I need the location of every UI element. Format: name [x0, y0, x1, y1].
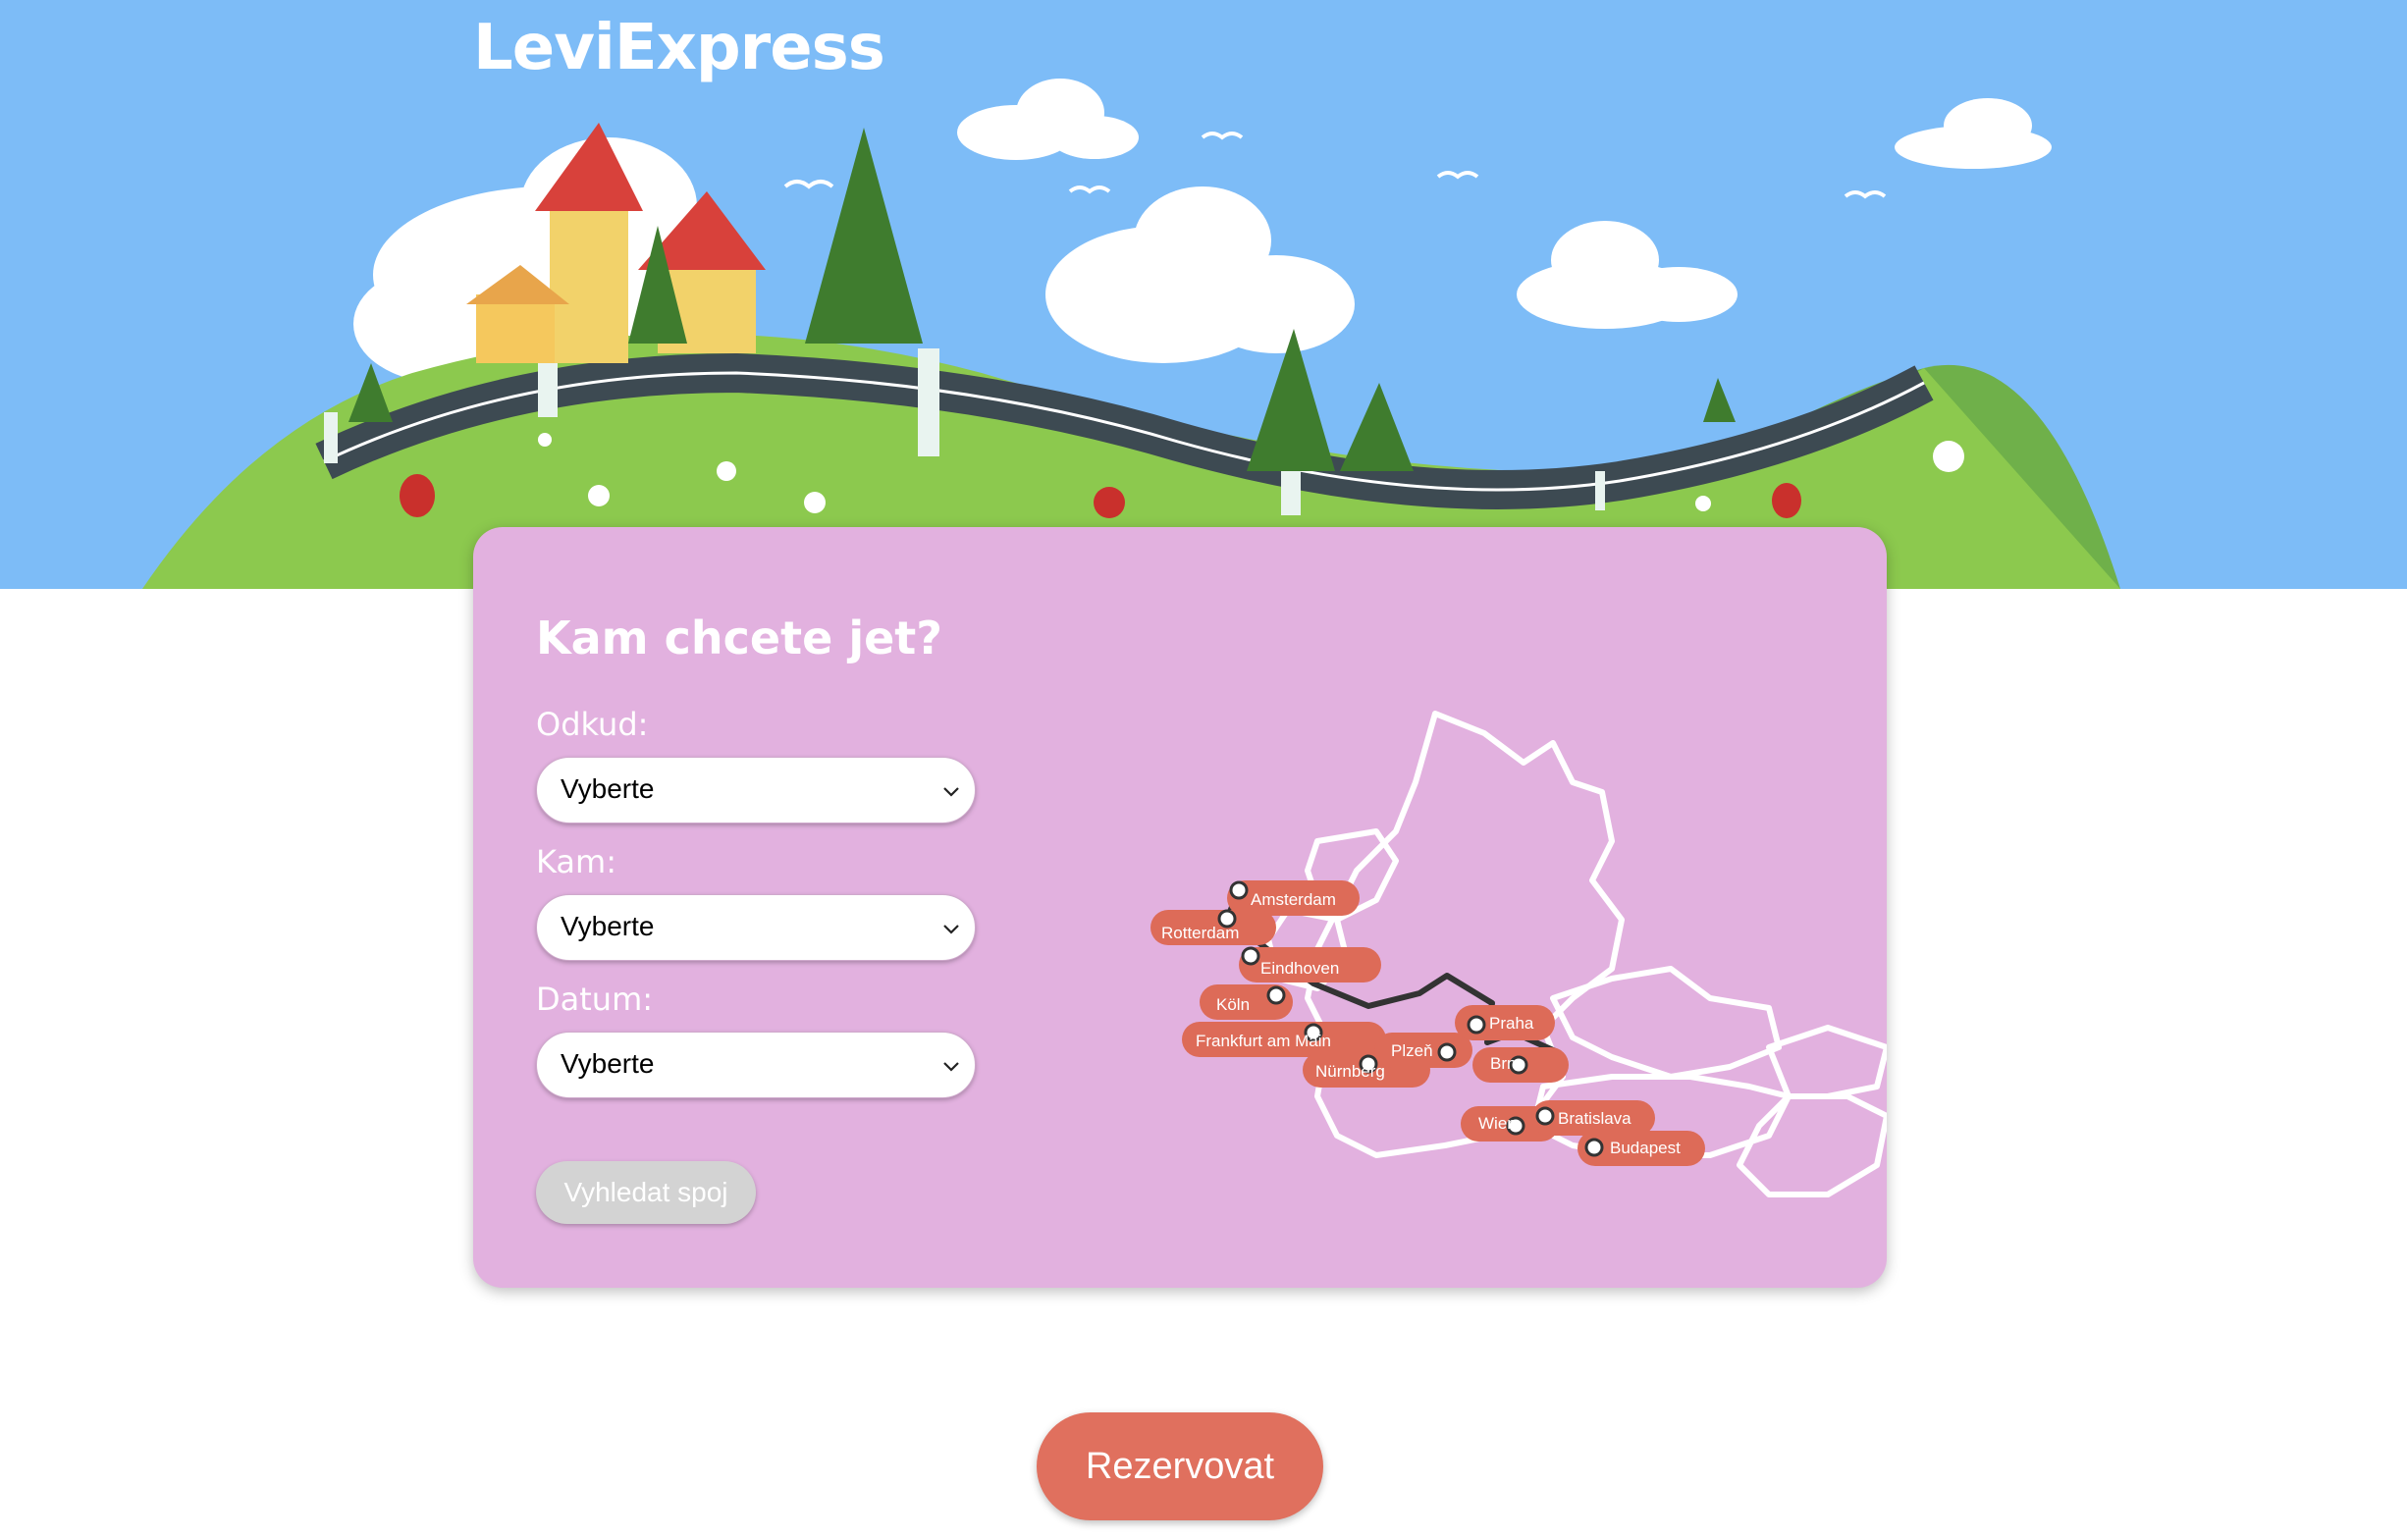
to-select-value: Vyberte [561, 911, 655, 941]
city-budapest[interactable]: Budapest [1578, 1131, 1705, 1166]
chevron-down-icon [943, 925, 959, 934]
svg-text:Wien: Wien [1478, 1114, 1517, 1133]
svg-text:Bratislava: Bratislava [1558, 1109, 1631, 1128]
svg-text:Praha: Praha [1489, 1014, 1534, 1033]
from-label: Odkud: [536, 706, 649, 743]
city-brno[interactable]: Brno [1472, 1047, 1569, 1083]
svg-text:Plzeň: Plzeň [1391, 1041, 1433, 1060]
search-title: Kam chcete jet? [536, 611, 942, 664]
svg-text:Brno: Brno [1490, 1054, 1525, 1073]
search-button[interactable]: Vyhledat spoj [536, 1161, 756, 1224]
search-card: Kam chcete jet? Odkud: Vyberte Kam: Vybe… [473, 527, 1887, 1288]
svg-text:Köln: Köln [1216, 995, 1250, 1014]
city-frankfurt[interactable]: Frankfurt am Main [1182, 1022, 1386, 1057]
svg-text:Nürnberg: Nürnberg [1315, 1062, 1385, 1081]
svg-text:Amsterdam: Amsterdam [1251, 890, 1336, 909]
city-rotterdam[interactable]: Rotterdam [1150, 909, 1276, 945]
to-select[interactable]: Vyberte [536, 894, 976, 961]
city-plzen[interactable]: Plzeň [1374, 1033, 1472, 1068]
to-label: Kam: [536, 843, 616, 880]
date-label: Datum: [536, 981, 654, 1018]
hero-illustration [142, 79, 2120, 589]
svg-text:Eindhoven: Eindhoven [1260, 959, 1339, 978]
city-eindhoven[interactable]: Eindhoven [1239, 946, 1381, 982]
birds [783, 132, 1887, 199]
reserve-button[interactable]: Rezervovat [1037, 1412, 1323, 1520]
city-koln[interactable]: Köln [1200, 984, 1293, 1020]
from-select-value: Vyberte [561, 773, 655, 804]
svg-text:Frankfurt am Main: Frankfurt am Main [1196, 1032, 1331, 1050]
route-map: Amsterdam Rotterdam Eindhoven Köln Frank [1150, 711, 1887, 1197]
chevron-down-icon [943, 787, 959, 797]
from-select[interactable]: Vyberte [536, 757, 976, 823]
hero-banner: LeviExpress [0, 0, 2407, 589]
svg-text:Budapest: Budapest [1610, 1139, 1681, 1157]
svg-text:Rotterdam: Rotterdam [1161, 924, 1239, 942]
date-select-value: Vyberte [561, 1048, 655, 1079]
date-select[interactable]: Vyberte [536, 1032, 976, 1098]
chevron-down-icon [943, 1062, 959, 1072]
brand-logo[interactable]: LeviExpress [473, 12, 885, 84]
city-praha[interactable]: Praha [1455, 1005, 1555, 1040]
city-bratislava[interactable]: Bratislava [1531, 1100, 1655, 1136]
